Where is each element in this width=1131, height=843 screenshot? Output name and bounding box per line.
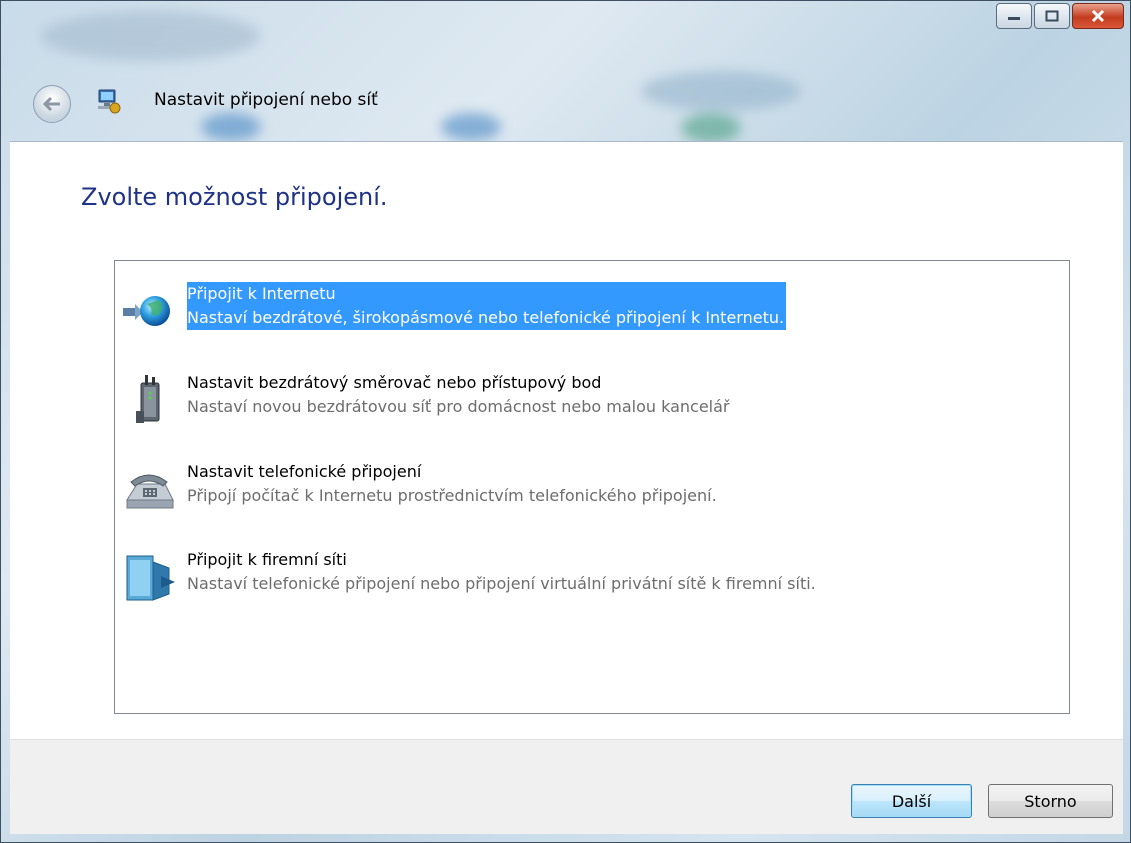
glass-decoration [681,113,741,143]
connection-options-list[interactable]: Připojit k Internetu Nastaví bezdrátové,… [114,260,1070,714]
maximize-button[interactable] [1034,3,1070,29]
option-text: Nastavit telefonické připojení Připojí p… [187,460,717,508]
globe-connect-icon [123,296,170,326]
next-button[interactable]: Další [851,784,972,818]
minimize-icon [1008,17,1020,20]
workplace-building-icon [126,555,175,601]
glass-decoration [641,71,801,111]
option-description: Nastaví bezdrátové, širokopásmové nebo t… [187,308,785,327]
back-arrow-icon [42,96,60,112]
wireless-router-icon [136,375,160,423]
close-icon [1091,9,1105,23]
glass-decoration [201,113,261,141]
cancel-button[interactable]: Storno [988,784,1113,818]
glass-decoration [41,11,261,61]
option-title: Připojit k firemní síti [187,550,347,569]
close-button[interactable] [1072,3,1124,29]
option-dialup[interactable]: Nastavit telefonické připojení Připojí p… [115,460,1069,520]
window-controls [994,3,1124,29]
option-text: Připojit k Internetu Nastaví bezdrátové,… [187,282,787,330]
option-description: Nastaví novou bezdrátovou síť pro domácn… [187,397,730,416]
network-connection-icon [98,89,121,114]
window-title: Nastavit připojení nebo síť [154,90,378,110]
wizard-window: Nastavit připojení nebo síť Zvolte možno… [0,0,1131,843]
back-button[interactable] [33,85,71,123]
page-heading: Zvolte možnost připojení. [81,183,388,211]
maximize-icon [1045,10,1059,22]
option-text: Připojit k firemní síti Nastaví telefoni… [187,548,816,596]
minimize-button[interactable] [996,3,1032,29]
option-description: Nastaví telefonické připojení nebo připo… [187,574,816,593]
option-title: Připojit k Internetu [187,284,336,303]
telephone-icon [126,474,174,509]
option-connect-internet[interactable]: Připojit k Internetu Nastaví bezdrátové,… [115,282,1069,342]
option-title: Nastavit bezdrátový směrovač nebo přístu… [187,373,602,392]
glass-decoration [441,113,501,141]
option-workplace[interactable]: Připojit k firemní síti Nastaví telefoni… [115,548,1069,608]
option-title: Nastavit telefonické připojení [187,462,422,481]
option-description: Připojí počítač k Internetu prostřednict… [187,486,717,505]
option-text: Nastavit bezdrátový směrovač nebo přístu… [187,371,730,419]
option-wireless-router[interactable]: Nastavit bezdrátový směrovač nebo přístu… [115,371,1069,431]
